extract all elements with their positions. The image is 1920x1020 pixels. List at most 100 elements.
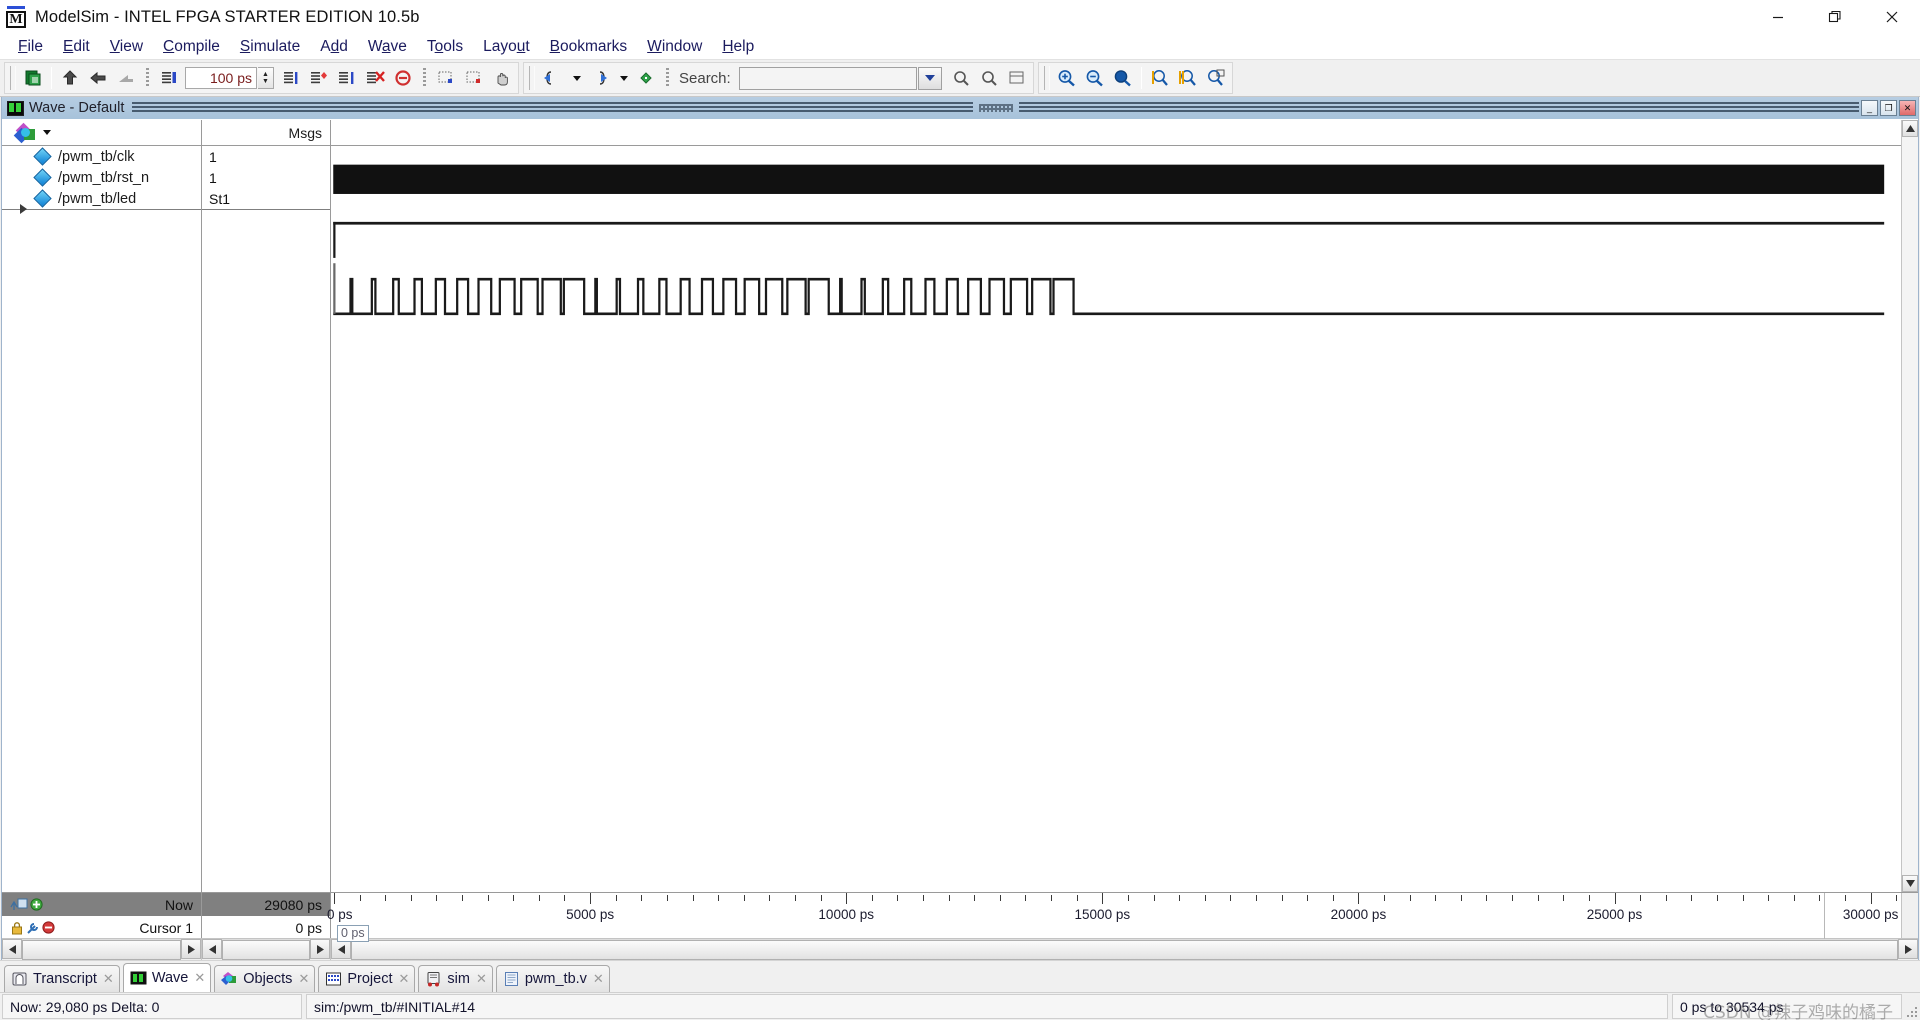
zoom-out-icon[interactable] [1081,64,1109,92]
menu-tools[interactable]: Tools [417,34,473,59]
menu-window[interactable]: Window [637,34,712,59]
search-dropdown-button[interactable] [917,66,942,90]
time-ruler-area[interactable]: 0 ps 5000 ps 10000 ps 15000 ps 20000 ps 25000… [327,893,1901,942]
now-row[interactable]: Now [2,893,201,916]
waveform-vertical-scrollbar[interactable] [1901,120,1918,892]
waveform-canvas[interactable] [331,146,1901,892]
menu-view[interactable]: View [100,34,153,59]
wave-grip-dots[interactable] [978,104,1013,112]
tab-transcript[interactable]: Transcript ✕ [4,965,120,992]
tab-close-icon[interactable]: ✕ [398,971,409,987]
step-over-icon[interactable] [112,64,140,92]
scroll-up-button[interactable] [1902,120,1918,137]
zoom-range-icon[interactable] [1174,64,1202,92]
run-icon[interactable] [277,64,305,92]
tab-close-icon[interactable]: ✕ [593,971,604,987]
search-next-icon[interactable] [975,64,1003,92]
find-transition-icon[interactable] [632,64,660,92]
tab-close-icon[interactable]: ✕ [476,971,487,987]
values-scroll-left-button[interactable] [202,939,222,959]
add-cursor-icon[interactable] [30,898,43,911]
search-options-icon[interactable] [1003,64,1031,92]
chevron-down-icon[interactable] [43,130,51,135]
delete-cursor-icon[interactable] [42,921,55,934]
tab-pwm-tb-v[interactable]: pwm_tb.v ✕ [495,965,610,992]
wave-close-button[interactable]: ✕ [1899,100,1917,116]
menu-add[interactable]: Add [310,34,358,59]
next-transition-icon[interactable] [585,64,613,92]
names-scroll-track[interactable] [22,939,181,960]
tab-wave[interactable]: Wave ✕ [122,963,212,992]
wave-scroll-left-button[interactable] [331,939,351,959]
values-hscroll[interactable] [202,939,331,960]
step-back-icon[interactable] [84,64,112,92]
minimize-button[interactable] [1749,0,1806,34]
cursor1-row[interactable]: Cursor 1 [2,916,201,939]
names-scroll-right-button[interactable] [181,939,201,959]
tab-sim[interactable]: sim ✕ [418,965,493,992]
time-ruler[interactable]: 0 ps 5000 ps 10000 ps 15000 ps 20000 ps 25000… [327,893,1901,939]
tab-close-icon[interactable]: ✕ [298,971,309,987]
step-icon[interactable] [432,64,460,92]
vertical-scroll-track[interactable] [1902,137,1918,875]
tab-close-icon[interactable]: ✕ [194,970,205,986]
new-file-icon[interactable] [19,64,47,92]
signal-row-led[interactable]: /pwm_tb/led [2,188,201,209]
menu-file[interactable]: File [8,34,53,59]
signal-row-rst_n[interactable]: /pwm_tb/rst_n [2,167,201,188]
wave-minimize-button[interactable]: _ [1861,100,1879,116]
step-up-icon[interactable] [56,64,84,92]
resize-grip[interactable] [1904,993,1920,1020]
values-scroll-track[interactable] [222,939,310,960]
zoom-last-icon[interactable] [1202,64,1230,92]
wave-scroll-track[interactable] [351,939,1898,960]
lock-icon[interactable] [10,921,24,935]
menu-layout[interactable]: Layout [473,34,540,59]
tab-close-icon[interactable]: ✕ [103,971,114,987]
objects-filter-icon[interactable] [13,122,36,143]
hand-icon[interactable] [488,64,516,92]
toolbar-grip[interactable] [10,66,16,90]
zoom-cursor-icon[interactable] [1146,64,1174,92]
now-marker-icon[interactable] [10,897,28,912]
step-over-2-icon[interactable] [460,64,488,92]
wave-scroll-right-button[interactable] [1898,939,1918,959]
cursor1-time-tag[interactable]: 0 ps [337,925,369,942]
menu-wave[interactable]: Wave [358,34,417,59]
wave-scroll-thumb[interactable] [351,940,1898,960]
wave-restore-button[interactable]: ❐ [1880,100,1898,116]
tab-project[interactable]: Project ✕ [318,965,416,992]
run-length-field[interactable]: 100 ps [185,67,257,89]
toolbar-grip-3[interactable] [1043,66,1050,90]
run-all-icon[interactable] [333,64,361,92]
stop-icon[interactable] [389,64,417,92]
names-hscroll[interactable] [2,939,202,960]
menu-simulate[interactable]: Simulate [230,34,310,59]
scroll-down-button[interactable] [1902,875,1918,892]
wave-drag-handle-2[interactable] [1018,102,1860,114]
waveform-hscroll[interactable] [331,939,1918,960]
run-length-stepper[interactable]: ▲ ▼ [258,67,274,89]
maximize-restore-button[interactable] [1806,0,1863,34]
zoom-full-icon[interactable] [1109,64,1137,92]
search-input[interactable] [738,66,917,90]
zoom-in-icon[interactable] [1053,64,1081,92]
menu-bookmarks[interactable]: Bookmarks [540,34,638,59]
menu-compile[interactable]: Compile [153,34,230,59]
break-icon[interactable] [361,64,389,92]
tab-objects[interactable]: Objects ✕ [214,965,316,992]
toolbar-grip-2[interactable] [529,66,535,90]
names-scroll-thumb[interactable] [22,940,181,960]
search-prev-icon[interactable] [947,64,975,92]
menu-edit[interactable]: Edit [53,34,100,59]
wrench-icon[interactable] [26,921,40,935]
wave-drag-handle[interactable] [132,102,973,114]
continue-run-icon[interactable] [305,64,333,92]
values-scroll-right-button[interactable] [310,939,330,959]
restart-icon[interactable] [155,64,183,92]
prev-transition-icon[interactable] [538,64,566,92]
menu-help[interactable]: Help [712,34,764,59]
close-button[interactable] [1863,0,1920,34]
signal-row-clk[interactable]: /pwm_tb/clk [2,146,201,167]
values-scroll-thumb[interactable] [222,940,310,960]
